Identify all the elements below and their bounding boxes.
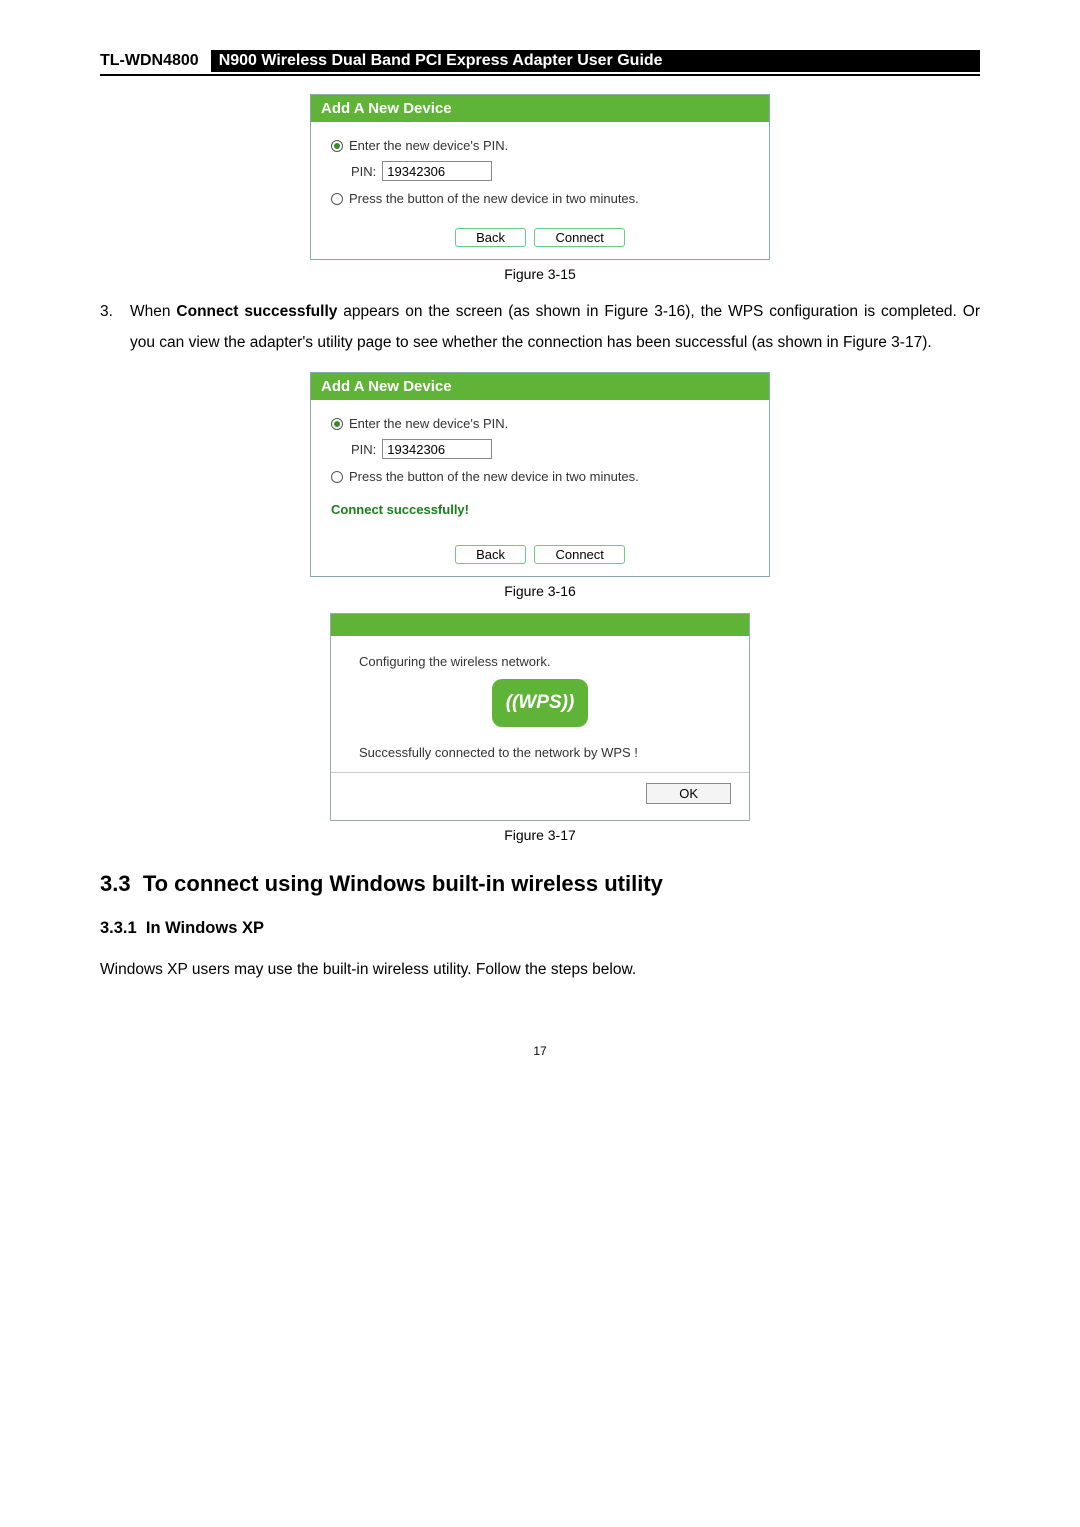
connect-button[interactable]: Connect (534, 545, 624, 564)
section-3-3-heading: 3.3 To connect using Windows built-in wi… (100, 871, 980, 897)
wps-configuring-text: Configuring the wireless network. (359, 654, 721, 669)
wps-dialog: Configuring the wireless network. ((WPS)… (330, 613, 750, 821)
section-3-3-1-heading: 3.3.1 In Windows XP (100, 919, 980, 938)
connect-button[interactable]: Connect (534, 228, 624, 247)
radio-unselected-icon (331, 193, 343, 205)
figure-caption: Figure 3-16 (100, 583, 980, 599)
back-button[interactable]: Back (455, 228, 526, 247)
list-number: 3. (100, 296, 113, 327)
step-3-text: 3. When Connect successfully appears on … (130, 296, 980, 358)
pin-input[interactable] (382, 439, 492, 459)
doc-header: TL-WDN4800 N900 Wireless Dual Band PCI E… (100, 50, 980, 76)
back-button[interactable]: Back (455, 545, 526, 564)
ok-button[interactable]: OK (646, 783, 731, 804)
radio-unselected-icon (331, 471, 343, 483)
radio-selected-icon (331, 418, 343, 430)
figure-caption: Figure 3-17 (100, 827, 980, 843)
page-number: 17 (100, 1044, 980, 1058)
pin-label: PIN: (351, 442, 376, 457)
xp-intro-text: Windows XP users may use the built-in wi… (100, 956, 980, 984)
model-number: TL-WDN4800 (100, 52, 211, 70)
pin-label: PIN: (351, 164, 376, 179)
radio-label: Press the button of the new device in tw… (349, 191, 639, 206)
wps-title-bar (331, 614, 749, 636)
pin-input[interactable] (382, 161, 492, 181)
doc-title: N900 Wireless Dual Band PCI Express Adap… (211, 50, 980, 72)
radio-enter-pin[interactable]: Enter the new device's PIN. (331, 138, 749, 153)
dialog-title: Add A New Device (311, 373, 769, 400)
wps-icon: ((WPS)) (492, 679, 588, 727)
wps-success-text: Successfully connected to the network by… (359, 745, 721, 760)
radio-label: Enter the new device's PIN. (349, 138, 508, 153)
connect-success-text: Connect successfully! (331, 502, 749, 517)
radio-label: Press the button of the new device in tw… (349, 469, 639, 484)
add-device-dialog-2: Add A New Device Enter the new device's … (310, 372, 770, 577)
radio-press-button[interactable]: Press the button of the new device in tw… (331, 469, 749, 484)
radio-press-button[interactable]: Press the button of the new device in tw… (331, 191, 749, 206)
radio-selected-icon (331, 140, 343, 152)
dialog-title: Add A New Device (311, 95, 769, 122)
radio-enter-pin[interactable]: Enter the new device's PIN. (331, 416, 749, 431)
add-device-dialog-1: Add A New Device Enter the new device's … (310, 94, 770, 260)
radio-label: Enter the new device's PIN. (349, 416, 508, 431)
figure-caption: Figure 3-15 (100, 266, 980, 282)
